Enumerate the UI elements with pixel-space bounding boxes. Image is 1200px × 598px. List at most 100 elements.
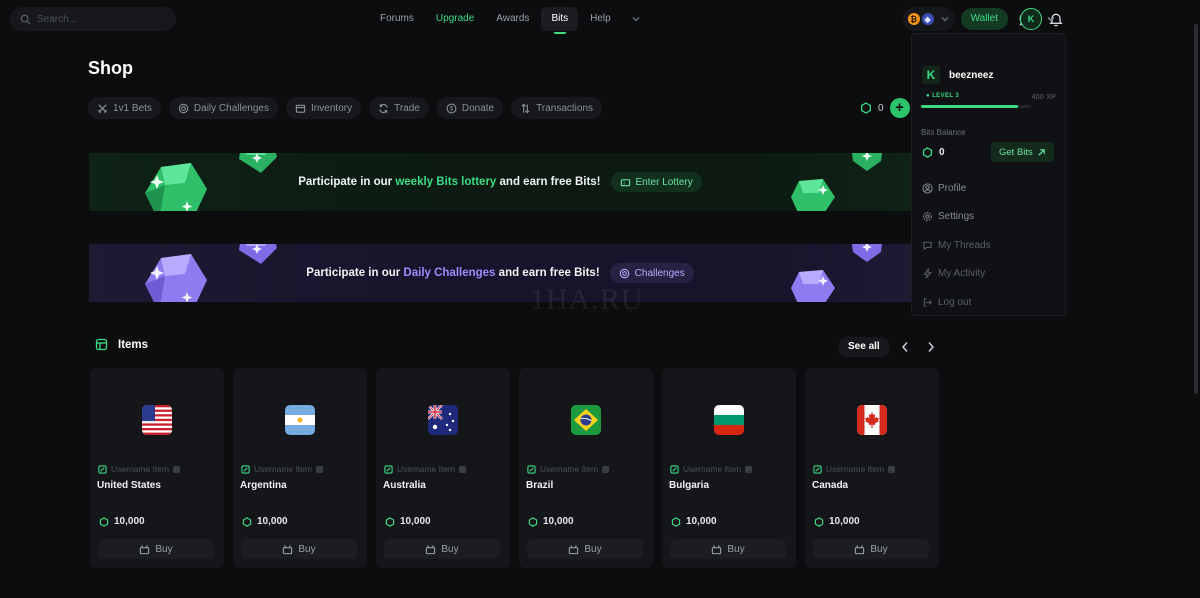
subnav-label: Transactions <box>536 102 593 114</box>
info-icon[interactable] <box>602 465 610 473</box>
item-tag-icon <box>98 464 107 474</box>
refresh-icon <box>379 103 388 113</box>
item-price: 10,000 <box>671 516 717 527</box>
menu-item-my-threads[interactable]: My Threads <box>922 231 991 260</box>
search-icon <box>20 14 31 24</box>
nav-help[interactable]: Help <box>580 7 621 31</box>
bits-coin-icon <box>99 516 109 527</box>
menu-item-profile[interactable]: Profile <box>922 174 991 203</box>
cart-icon <box>569 544 579 554</box>
buy-button[interactable]: Buy <box>98 539 214 559</box>
dropdown-menu-list: Profile Settings My Threads My Activity … <box>922 174 991 317</box>
buy-button[interactable]: Buy <box>813 539 929 559</box>
brazil-flag-icon <box>571 405 601 435</box>
nav-forums[interactable]: Forums <box>370 7 424 31</box>
challenges-button[interactable]: Challenges <box>609 263 694 283</box>
dropdown-user[interactable]: K beezneez <box>922 66 993 84</box>
prev-arrow-icon[interactable] <box>895 337 915 357</box>
bits-coin-icon <box>385 516 395 527</box>
target-icon <box>178 103 189 113</box>
add-bits-button[interactable]: + <box>889 98 910 118</box>
challenges-banner-content: Participate in our Daily Challenges and … <box>89 244 911 302</box>
australia-flag-icon <box>428 405 458 435</box>
info-icon[interactable] <box>173 465 181 473</box>
chevron-down-icon <box>1047 17 1055 22</box>
item-card[interactable]: Username Item Australia 10,000 Buy <box>376 368 510 568</box>
box-icon <box>295 104 306 113</box>
page-scrollbar[interactable] <box>1194 24 1198 394</box>
us-flag-icon <box>142 405 172 435</box>
cart-icon <box>283 544 293 554</box>
bits-coin-icon <box>922 147 933 158</box>
svg-text:$: $ <box>450 106 454 112</box>
xp-value: 400 XP <box>1031 92 1056 101</box>
menu-item-settings[interactable]: Settings <box>922 203 991 232</box>
item-name: Bulgaria <box>669 480 710 491</box>
chevron-down-icon <box>941 17 949 22</box>
bits-coin-icon <box>861 102 871 114</box>
next-arrow-icon[interactable] <box>921 337 941 357</box>
user-menu-toggle[interactable]: K <box>1020 7 1066 31</box>
item-card[interactable]: Username Item Brazil 10,000 Buy <box>519 368 653 568</box>
subnav-inventory[interactable]: Inventory <box>285 97 362 119</box>
subnav-trade[interactable]: Trade <box>369 97 429 119</box>
cart-icon <box>140 544 150 554</box>
item-card[interactable]: Username Item United States 10,000 Buy <box>90 368 224 568</box>
item-type: Username Item <box>813 464 896 474</box>
item-name: Brazil <box>526 480 554 491</box>
buy-button[interactable]: Buy <box>384 539 500 559</box>
item-type: Username Item <box>98 464 181 474</box>
wallet-button[interactable]: Wallet <box>960 8 1008 30</box>
enter-lottery-button[interactable]: Enter Lottery <box>610 172 702 192</box>
item-type: Username Item <box>241 464 324 474</box>
challenges-banner-text: Participate in our Daily Challenges and … <box>306 267 600 279</box>
subnav-transactions[interactable]: Transactions <box>511 97 602 119</box>
item-price: 10,000 <box>242 516 288 527</box>
search-input[interactable] <box>37 13 157 25</box>
nav-upgrade[interactable]: Upgrade <box>426 7 484 31</box>
item-type: Username Item <box>527 464 610 474</box>
shop-subnav: 1v1 Bets Daily Challenges Inventory Trad… <box>88 97 602 119</box>
avatar: K <box>1020 8 1042 30</box>
lottery-banner-content: Participate in our weekly Bits lottery a… <box>89 153 911 211</box>
bits-coin-icon <box>528 516 538 527</box>
nav-more-chevron-icon[interactable] <box>623 7 649 31</box>
bits-coin-icon <box>814 516 824 527</box>
item-name: Australia <box>383 480 426 491</box>
target-icon <box>619 268 629 278</box>
level-badge: ● LEVEL 3 <box>926 93 960 99</box>
subnav-daily-challenges[interactable]: Daily Challenges <box>168 97 278 119</box>
bits-balance-value: 0 <box>878 102 884 114</box>
item-name: United States <box>97 480 161 491</box>
buy-button[interactable]: Buy <box>527 539 643 559</box>
canada-flag-icon <box>857 405 887 435</box>
info-icon[interactable] <box>888 465 896 473</box>
get-bits-button[interactable]: Get Bits <box>991 142 1054 162</box>
xp-progress-fill <box>921 105 1018 108</box>
sort-icon <box>521 103 530 113</box>
menu-item-log-out[interactable]: Log out <box>922 288 991 317</box>
search-box[interactable] <box>10 7 176 31</box>
items-list: Username Item United States 10,000 Buy U… <box>90 368 939 568</box>
buy-button[interactable]: Buy <box>241 539 357 559</box>
bits-balance-mini: 0 + <box>860 97 910 119</box>
nav-bits[interactable]: Bits <box>541 7 579 31</box>
buy-button[interactable]: Buy <box>670 539 786 559</box>
menu-item-my-activity[interactable]: My Activity <box>922 260 991 289</box>
info-icon[interactable] <box>745 465 753 473</box>
nav-awards[interactable]: Awards <box>486 7 539 31</box>
lottery-banner: Participate in our weekly Bits lottery a… <box>89 153 911 211</box>
info-icon[interactable] <box>459 465 467 473</box>
subnav-donate[interactable]: $ Donate <box>436 97 504 119</box>
item-card[interactable]: Username Item Bulgaria 10,000 Buy <box>662 368 796 568</box>
subnav-label: Inventory <box>310 102 353 114</box>
subnav-1v1-bets[interactable]: 1v1 Bets <box>88 97 161 119</box>
see-all-button[interactable]: See all <box>838 337 890 357</box>
info-icon[interactable] <box>316 465 324 473</box>
item-card[interactable]: Username Item Argentina 10,000 Buy <box>233 368 367 568</box>
subnav-label: 1v1 Bets <box>113 102 152 114</box>
item-card[interactable]: Username Item Canada 10,000 Buy <box>805 368 939 568</box>
crypto-selector[interactable]: ₿ ◆ <box>902 7 955 31</box>
item-tag-icon <box>813 464 822 474</box>
items-icon <box>95 338 108 351</box>
